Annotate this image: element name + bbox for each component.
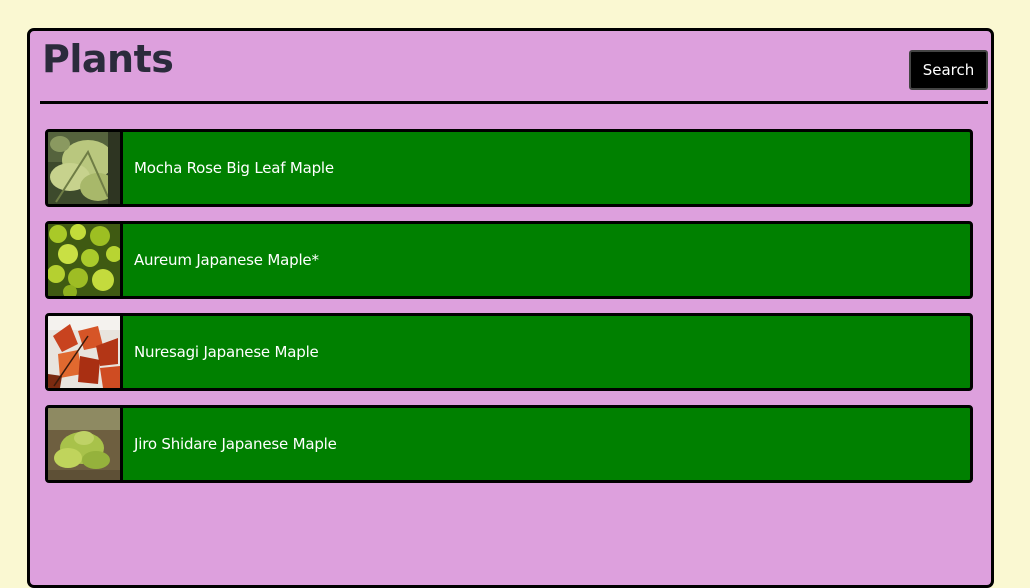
plant-item-mocha-rose[interactable]: Mocha Rose Big Leaf Maple bbox=[45, 129, 973, 207]
plant-name: Nuresagi Japanese Maple bbox=[134, 343, 319, 361]
plant-thumbnail bbox=[48, 316, 123, 388]
pale-green-leaf-photo bbox=[48, 132, 120, 204]
panel-header: Plants Search bbox=[40, 31, 988, 104]
plant-thumbnail bbox=[48, 408, 123, 480]
plant-item-jiro-shidare[interactable]: Jiro Shidare Japanese Maple bbox=[45, 405, 973, 483]
plant-thumbnail bbox=[48, 224, 123, 296]
plant-name: Mocha Rose Big Leaf Maple bbox=[134, 159, 334, 177]
yellow-green-foliage-photo bbox=[48, 224, 120, 296]
plant-item-aureum[interactable]: Aureum Japanese Maple* bbox=[45, 221, 973, 299]
plant-thumbnail bbox=[48, 132, 123, 204]
plant-item-nuresagi[interactable]: Nuresagi Japanese Maple bbox=[45, 313, 973, 391]
ground-sapling-photo bbox=[48, 408, 120, 480]
red-maple-leaves-photo bbox=[48, 316, 120, 388]
plant-name: Aureum Japanese Maple* bbox=[134, 251, 319, 269]
plant-list: Mocha Rose Big Leaf Maple Aureum Japanes… bbox=[45, 129, 973, 497]
page-title: Plants bbox=[42, 37, 174, 81]
plants-panel: Plants Search Mocha Rose Big Leaf Maple bbox=[27, 28, 994, 588]
search-button[interactable]: Search bbox=[909, 50, 988, 90]
plant-name: Jiro Shidare Japanese Maple bbox=[134, 435, 337, 453]
